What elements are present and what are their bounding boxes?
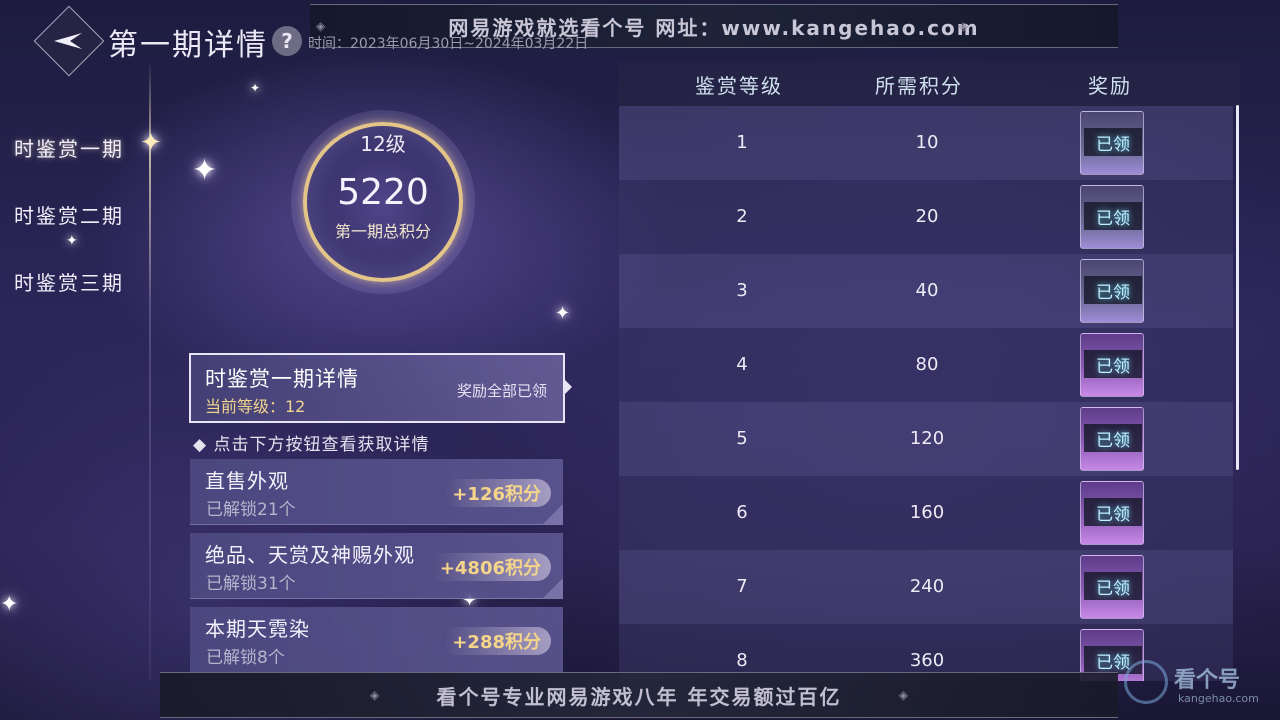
points-badge: +126积分	[442, 479, 551, 507]
row-points: 40	[915, 280, 939, 301]
current-level: 当前等级：12	[205, 397, 306, 416]
source-card-title: 本期天霓染	[205, 617, 310, 641]
back-button[interactable]	[33, 5, 105, 77]
claimed-label: 已领	[1084, 350, 1142, 378]
table-row: 2 20 已领	[619, 180, 1233, 254]
column-header-level: 鉴赏等级	[695, 74, 783, 98]
source-card-premium[interactable]: 绝品、天赏及神赐外观 已解锁31个 +4806积分	[190, 533, 563, 599]
claimed-label: 已领	[1084, 276, 1142, 304]
sparkle-icon: ✦	[192, 153, 218, 188]
page-title: 第一期详情	[108, 28, 268, 63]
row-points: 80	[915, 354, 939, 375]
banner-ornament-icon: ◈	[898, 688, 908, 702]
row-level: 6	[736, 502, 748, 523]
period-detail-card[interactable]: 时鉴赏一期详情 当前等级：12 奖励全部已领	[189, 353, 572, 423]
claimed-label: 已领	[1084, 498, 1142, 526]
source-card-unlocked: 已解锁21个	[206, 500, 296, 520]
source-card-unlocked: 已解锁31个	[206, 574, 296, 594]
row-points: 20	[915, 206, 939, 227]
detail-card-title: 时鉴赏一期详情	[205, 367, 359, 391]
watermark-text: 看个号	[1174, 668, 1241, 693]
reward-item[interactable]: 已领	[1080, 407, 1144, 471]
watermark-logo-icon	[1124, 660, 1168, 704]
sparkle-icon: ✦	[66, 233, 78, 249]
column-header-points: 所需积分	[875, 74, 963, 98]
table-row: 4 80 已领	[619, 328, 1233, 402]
watermark-logo: 看个号 kangehao.com	[1124, 656, 1274, 716]
reward-item[interactable]: 已领	[1080, 259, 1144, 323]
banner-ornament-icon: ◈	[958, 19, 968, 33]
reward-item[interactable]: 已领	[1080, 185, 1144, 249]
row-level: 3	[736, 280, 748, 301]
level-label: 12级	[360, 132, 406, 156]
source-card-direct-sale[interactable]: 直售外观 已解锁21个 +126积分	[190, 459, 563, 525]
bottom-watermark-banner: ◈ 看个号专业网易游戏八年 年交易额过百亿 ◈	[160, 672, 1118, 718]
corner-ornament-icon	[543, 504, 563, 524]
sidebar-item-period-2[interactable]: 时鉴赏二期	[14, 200, 124, 229]
sparkle-icon: ✦	[0, 592, 19, 617]
table-scrollbar[interactable]	[1236, 105, 1239, 470]
sparkle-icon: ✦	[250, 81, 261, 95]
total-score-label: 第一期总积分	[334, 222, 431, 241]
column-header-reward: 奖励	[1088, 74, 1132, 98]
reward-item[interactable]: 已领	[1080, 111, 1144, 175]
banner-ornament-icon: ◈	[316, 19, 326, 33]
row-level: 4	[736, 354, 748, 375]
banner-ornament-icon: ◈	[370, 688, 380, 702]
sidebar-item-period-3[interactable]: 时鉴赏三期	[14, 267, 124, 296]
table-header: 鉴赏等级 所需积分 奖励	[619, 61, 1240, 106]
back-arrow-icon	[54, 33, 82, 49]
row-level: 2	[736, 206, 748, 227]
watermark-subtext: kangehao.com	[1178, 692, 1259, 705]
source-card-title: 直售外观	[205, 469, 289, 493]
tip-text: ◆ 点击下方按钮查看获取详情	[193, 435, 430, 455]
help-icon[interactable]: ?	[272, 26, 302, 56]
period-time: 时间：2023年06月30日~2024年03月22日	[308, 36, 589, 52]
claimed-label: 已领	[1084, 424, 1142, 452]
caret-right-icon	[564, 379, 572, 395]
row-level: 5	[736, 428, 748, 449]
points-badge: +4806积分	[429, 553, 551, 581]
table-row: 6 160 已领	[619, 476, 1233, 550]
reward-item[interactable]: 已领	[1080, 555, 1144, 619]
row-points: 160	[909, 502, 945, 523]
points-badge: +288积分	[442, 627, 551, 655]
total-score-value: 5220	[337, 172, 429, 213]
row-level: 8	[736, 650, 748, 671]
row-points: 120	[909, 428, 945, 449]
claimed-label: 已领	[1084, 128, 1142, 156]
sidebar-divider	[149, 60, 151, 680]
total-score-ring: 12级 5220 第一期总积分	[303, 122, 463, 282]
row-level: 1	[736, 132, 748, 153]
source-card-dye[interactable]: 本期天霓染 已解锁8个 +288积分	[190, 607, 563, 673]
row-points: 10	[915, 132, 939, 153]
claimed-label: 已领	[1084, 572, 1142, 600]
corner-ornament-icon	[543, 578, 563, 598]
reward-item[interactable]: 已领	[1080, 333, 1144, 397]
source-card-unlocked: 已解锁8个	[206, 648, 285, 668]
reward-table: 鉴赏等级 所需积分 奖励 1 10 已领 2 20 已领 3 40 已领 4 8…	[619, 61, 1240, 681]
source-card-title: 绝品、天赏及神赐外观	[205, 543, 415, 567]
table-row: 1 10 已领	[619, 106, 1233, 180]
row-level: 7	[736, 576, 748, 597]
bottom-banner-text: 看个号专业网易游戏八年 年交易额过百亿	[436, 684, 842, 709]
table-row: 7 240 已领	[619, 550, 1233, 624]
table-row: 3 40 已领	[619, 254, 1233, 328]
reward-item[interactable]: 已领	[1080, 481, 1144, 545]
sidebar-item-period-1[interactable]: 时鉴赏一期	[14, 133, 124, 162]
table-row: 5 120 已领	[619, 402, 1233, 476]
reward-status: 奖励全部已领	[456, 382, 547, 400]
sparkle-icon: ✦	[555, 303, 571, 324]
row-points: 240	[909, 576, 945, 597]
row-points: 360	[909, 650, 945, 671]
claimed-label: 已领	[1084, 202, 1142, 230]
